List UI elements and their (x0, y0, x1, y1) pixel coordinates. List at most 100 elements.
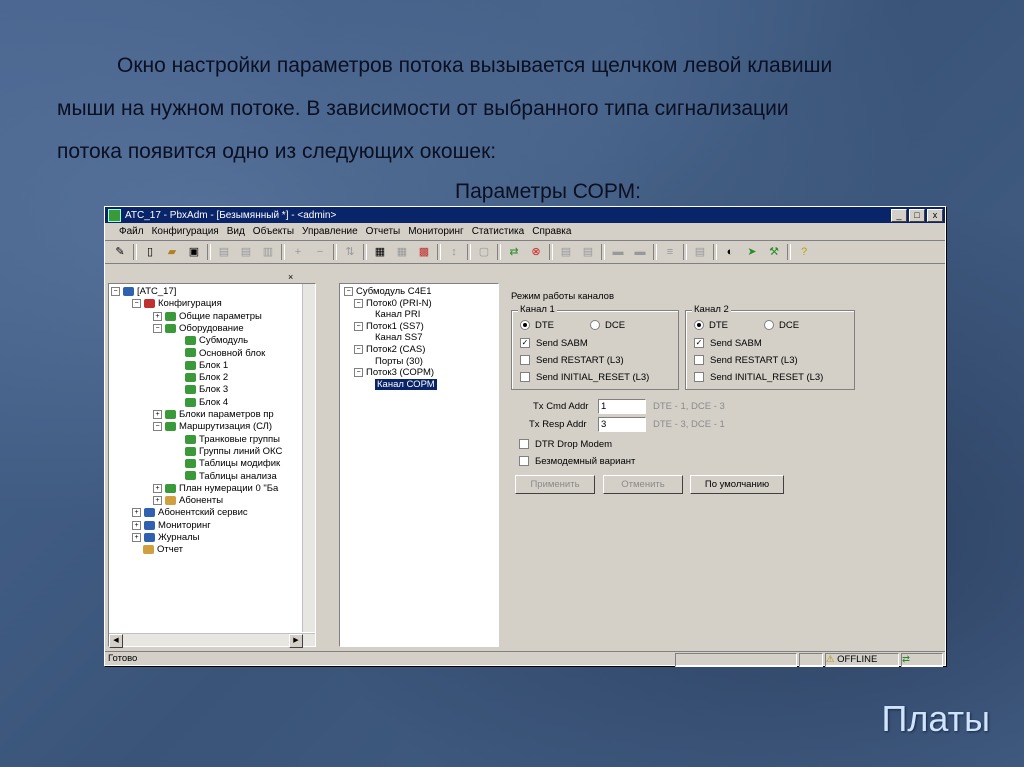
list-icon[interactable]: ≡ (661, 244, 679, 260)
tx-cmd-input[interactable]: 1 (598, 399, 646, 414)
ch1-initial-checkbox[interactable]: Send INITIAL_RESET (L3) (520, 372, 649, 383)
open-folder-icon[interactable]: ▰ (163, 244, 181, 260)
ch2-sabm-checkbox[interactable]: ✓ Send SABM (694, 338, 762, 349)
channel-tree-pane[interactable]: − Субмодуль С4Е1− Поток0 (PRI-N) Канал PRI −… (339, 283, 499, 647)
doc-icon[interactable]: ▤ (557, 244, 575, 260)
tree-item[interactable]: − Маршрутизация (СЛ) (153, 421, 272, 433)
collapse-icon[interactable]: − (153, 422, 162, 432)
menu-file[interactable]: Файл (119, 226, 144, 237)
tree-item[interactable]: − Поток3 (СОРМ) (354, 367, 434, 379)
order-icon[interactable]: ↕ (445, 244, 463, 260)
wizard-icon[interactable]: ✎ (111, 244, 129, 260)
tree-item[interactable]: Транковые группы (174, 434, 280, 446)
tree-item[interactable]: − Субмодуль С4Е1 (344, 286, 432, 298)
tree-item[interactable]: Группы линий ОКС (174, 446, 282, 458)
collapse-icon[interactable]: − (111, 286, 120, 296)
ch2-dte-radio[interactable]: DTE (694, 320, 728, 331)
tree-item[interactable]: Блок 4 (174, 397, 228, 409)
menu-help[interactable]: Справка (532, 226, 571, 237)
tree-item[interactable]: Блок 3 (174, 384, 228, 396)
tree-item[interactable]: + Абонентский сервис (132, 507, 248, 519)
pane-close-icon[interactable]: × (288, 272, 293, 282)
menu-config[interactable]: Конфигурация (152, 226, 219, 237)
arrow-green-icon[interactable]: ➤ (743, 244, 761, 260)
sort-icon[interactable]: ⇅ (341, 244, 359, 260)
tree-item[interactable]: Таблицы анализа (174, 471, 277, 483)
tree-item[interactable]: Отчет (132, 544, 183, 556)
ch2-dce-radio[interactable]: DCE (764, 320, 799, 331)
paste-icon[interactable]: ▤ (237, 244, 255, 260)
ch2-initial-checkbox[interactable]: Send INITIAL_RESET (L3) (694, 372, 823, 383)
tree-item[interactable]: Блок 1 (174, 360, 228, 372)
tree-item[interactable]: − Конфигурация (132, 298, 222, 310)
tree-item[interactable]: + Абоненты (153, 495, 223, 507)
collapse-icon[interactable]: − (132, 299, 141, 309)
collapse-icon[interactable]: − (354, 298, 363, 308)
monitor2-icon[interactable]: ▬ (631, 244, 649, 260)
menu-view[interactable]: Вид (227, 226, 245, 237)
expand-icon[interactable]: + (153, 409, 162, 419)
tree-item[interactable]: Канал PRI (364, 309, 420, 321)
tree-item[interactable]: + Мониторинг (132, 520, 211, 532)
tree-item[interactable]: Канал СОРМ (364, 378, 437, 391)
expand-icon[interactable]: + (153, 483, 162, 493)
scroll-left-arrow[interactable]: ◀ (109, 634, 123, 648)
tx-resp-input[interactable]: 3 (598, 417, 646, 432)
tree-item[interactable]: + План нумерации 0 "Ба (153, 483, 278, 495)
vertical-scrollbar[interactable] (302, 284, 315, 632)
tree-item[interactable]: − Поток0 (PRI-N) (354, 298, 432, 310)
tree-item[interactable]: + Блоки параметров пр (153, 409, 274, 421)
help-icon[interactable]: ? (795, 244, 813, 260)
expand-icon[interactable]: + (132, 520, 141, 530)
expand-icon[interactable]: + (132, 532, 141, 542)
props-icon[interactable]: ▤ (691, 244, 709, 260)
save-icon[interactable]: ▣ (185, 244, 203, 260)
connect-icon[interactable]: ⇄ (505, 244, 523, 260)
grid-icon[interactable]: ▦ (393, 244, 411, 260)
menu-objects[interactable]: Объекты (253, 226, 294, 237)
horizontal-scrollbar[interactable]: ◀ ▶ (109, 633, 315, 648)
tree-item[interactable]: Субмодуль (174, 335, 248, 347)
monitor-icon[interactable]: ▬ (609, 244, 627, 260)
left-tree-pane[interactable]: − [АТС_17] − Конфигурация + Общие параметры − О… (108, 283, 316, 648)
modemless-checkbox[interactable]: Безмодемный вариант (519, 456, 635, 467)
tree-item[interactable]: Блок 2 (174, 372, 228, 384)
tree-item[interactable]: Таблицы модифик (174, 458, 280, 470)
disconnect-icon[interactable]: ⊗ (527, 244, 545, 260)
collapse-icon[interactable]: − (354, 344, 363, 354)
close-button[interactable]: x (927, 208, 943, 222)
apply-button[interactable]: Применить (515, 475, 595, 494)
doc2-icon[interactable]: ▤ (579, 244, 597, 260)
minimize-button[interactable]: _ (891, 208, 907, 222)
collapse-icon[interactable]: − (354, 321, 363, 331)
tree-item[interactable]: − Оборудование (153, 323, 244, 335)
copy-icon[interactable]: ▤ (215, 244, 233, 260)
tree-item[interactable]: Канал SS7 (364, 332, 423, 344)
new-file-icon[interactable]: ▯ (141, 244, 159, 260)
ch1-restart-checkbox[interactable]: Send RESTART (L3) (520, 355, 624, 366)
tree-item[interactable]: − [АТС_17] (111, 286, 176, 298)
connection-cell[interactable]: ⇄ (901, 653, 943, 667)
menu-reports[interactable]: Отчеты (366, 226, 401, 237)
tree-item[interactable]: − Поток2 (CAS) (354, 344, 425, 356)
ch2-restart-checkbox[interactable]: Send RESTART (L3) (694, 355, 798, 366)
tree-item[interactable]: − Поток1 (SS7) (354, 321, 424, 333)
ch1-dce-radio[interactable]: DCE (590, 320, 625, 331)
chart-icon[interactable]: ▩ (415, 244, 433, 260)
table-icon[interactable]: ▦ (371, 244, 389, 260)
ch1-sabm-checkbox[interactable]: ✓ Send SABM (520, 338, 588, 349)
scroll-right-arrow[interactable]: ▶ (289, 634, 303, 648)
expand-icon[interactable]: + (132, 508, 141, 518)
tree-item[interactable]: Основной блок (174, 348, 265, 360)
menu-statistics[interactable]: Статистика (472, 226, 525, 237)
collapse-icon[interactable]: − (153, 323, 162, 333)
sound-icon[interactable]: ◐ (721, 244, 739, 260)
tree-item[interactable]: + Общие параметры (153, 311, 262, 323)
tools-icon[interactable]: ⚒ (765, 244, 783, 260)
add-icon[interactable]: + (289, 244, 307, 260)
collapse-icon[interactable]: − (354, 368, 363, 378)
tree-item[interactable]: + Журналы (132, 532, 200, 544)
remove-icon[interactable]: − (311, 244, 329, 260)
expand-icon[interactable]: + (153, 496, 162, 506)
defaults-button[interactable]: По умолчанию (690, 475, 784, 494)
